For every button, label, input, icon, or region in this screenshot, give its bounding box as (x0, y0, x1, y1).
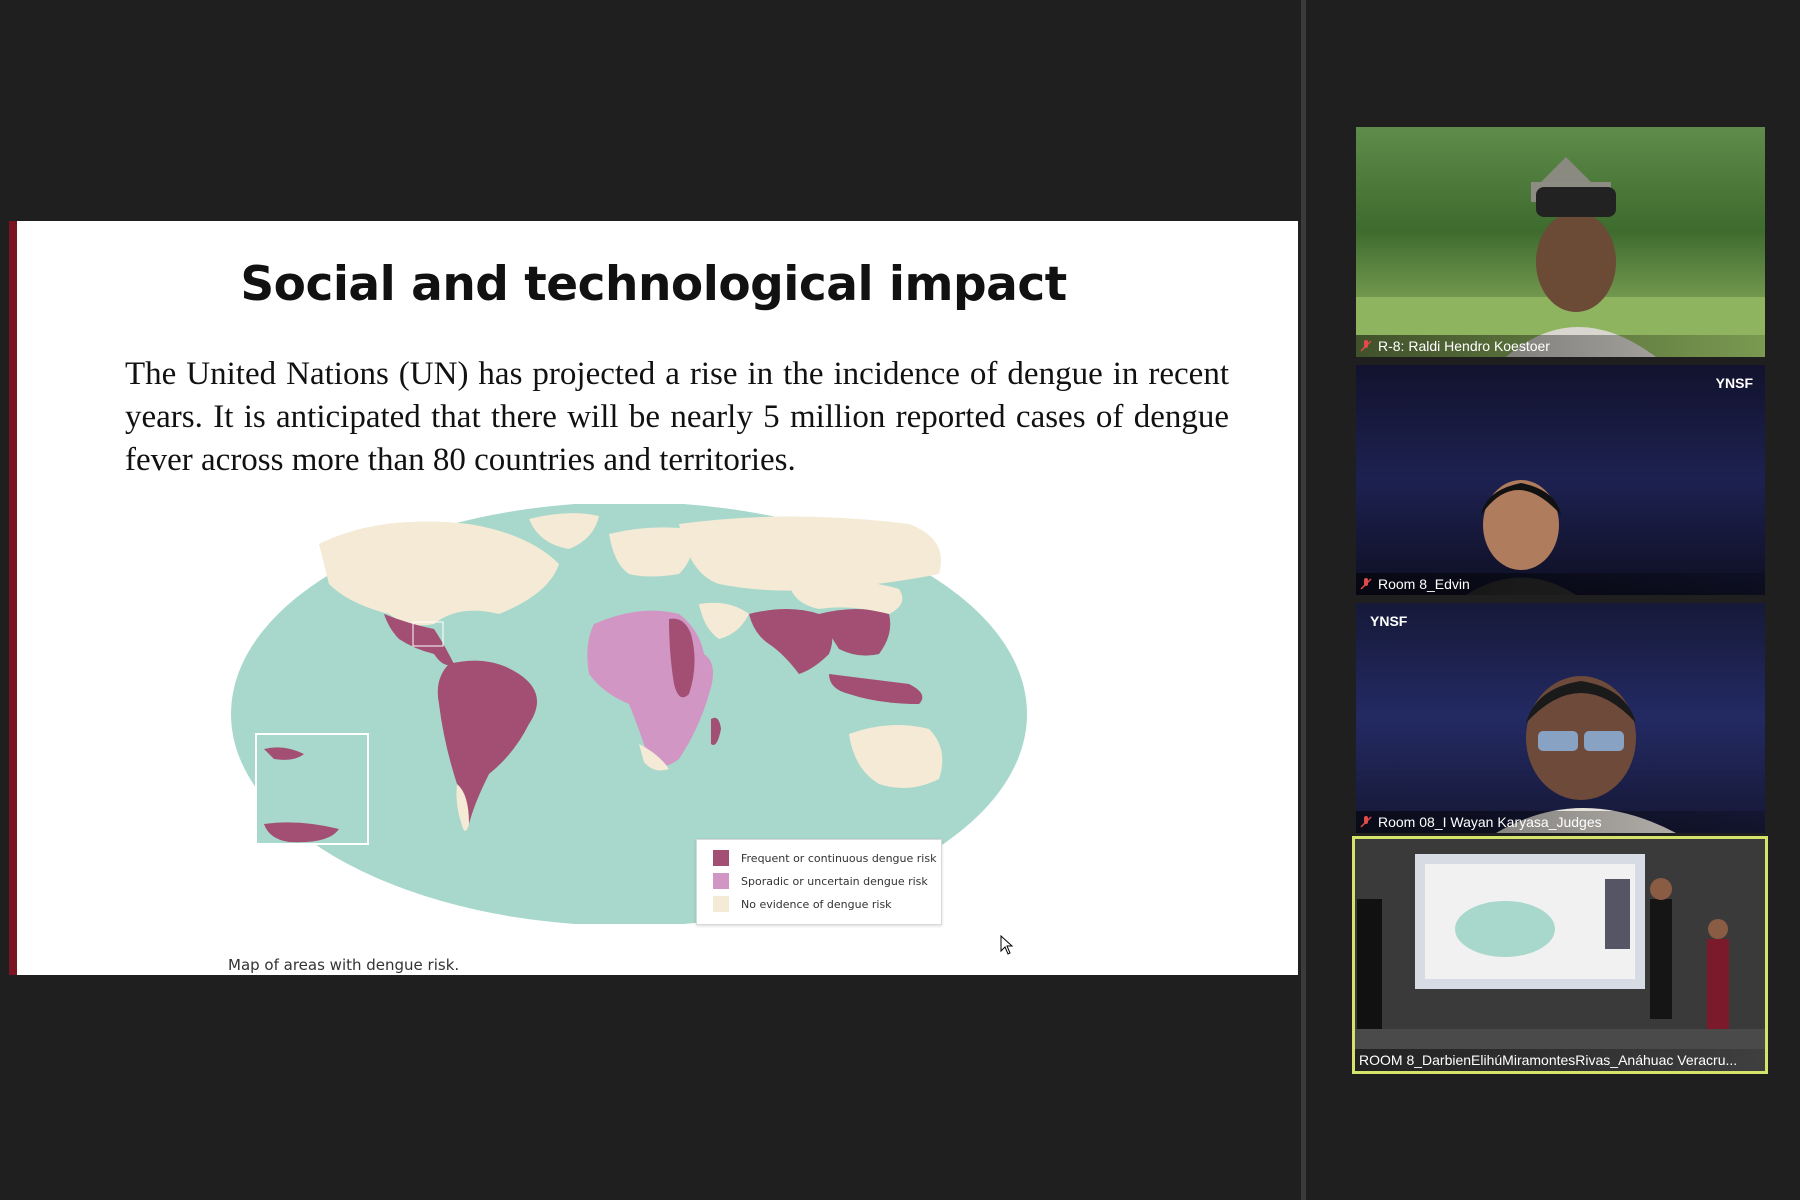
participant-name: ROOM 8_DarbienElihúMiramontesRivas_Anáhu… (1359, 1052, 1738, 1068)
participant-name-bar: Room 8_Edvin (1356, 573, 1765, 595)
participant-name-bar: Room 08_I Wayan Karyasa_Judges (1356, 811, 1765, 833)
legend-label: Sporadic or uncertain dengue risk (741, 874, 928, 888)
map-legend: Frequent or continuous dengue risk Spora… (696, 839, 942, 925)
stage-divider[interactable] (1301, 0, 1306, 1200)
active-speaker-tile[interactable]: ROOM 8_DarbienElihúMiramontesRivas_Anáhu… (1352, 836, 1768, 1074)
legend-swatch-frequent (713, 850, 729, 866)
participant-video-feed (1496, 676, 1676, 833)
legend-item-none: No evidence of dengue risk (713, 896, 892, 912)
participant-video-feed (1356, 157, 1765, 357)
slide-title: Social and technological impact (240, 257, 1067, 312)
participant-video-tile[interactable]: R-8: Raldi Hendro Koestoer (1356, 127, 1765, 357)
map-caption: Map of areas with dengue risk. (228, 956, 460, 974)
muted-mic-icon (1360, 340, 1372, 352)
participant-name: Room 08_I Wayan Karyasa_Judges (1378, 814, 1602, 830)
legend-swatch-none (713, 896, 729, 912)
shared-screen-slide: Social and technological impact The Unit… (9, 221, 1298, 975)
muted-mic-icon (1360, 816, 1372, 828)
participant-name: R-8: Raldi Hendro Koestoer (1378, 338, 1550, 354)
participant-name-bar: ROOM 8_DarbienElihúMiramontesRivas_Anáhu… (1355, 1049, 1765, 1071)
slide-accent-bar (9, 221, 17, 975)
legend-item-frequent: Frequent or continuous dengue risk (713, 850, 936, 866)
participant-name-bar: R-8: Raldi Hendro Koestoer (1356, 335, 1765, 357)
participant-video-tile[interactable]: YNSF Room 8_Edvin (1356, 365, 1765, 595)
legend-label: No evidence of dengue risk (741, 897, 892, 911)
participant-video-feed (1355, 839, 1765, 1071)
slide-body-text: The United Nations (UN) has projected a … (125, 356, 1229, 478)
mouse-cursor-icon (1000, 935, 1014, 955)
muted-mic-icon (1360, 578, 1372, 590)
participant-name: Room 8_Edvin (1378, 576, 1470, 592)
legend-swatch-sporadic (713, 873, 729, 889)
legend-label: Frequent or continuous dengue risk (741, 851, 937, 865)
participant-video-tile[interactable]: YNSF Room 08_I Wayan Karyasa_Judges (1356, 603, 1765, 833)
legend-item-sporadic: Sporadic or uncertain dengue risk (713, 873, 928, 889)
participant-video-feed (1466, 480, 1576, 595)
